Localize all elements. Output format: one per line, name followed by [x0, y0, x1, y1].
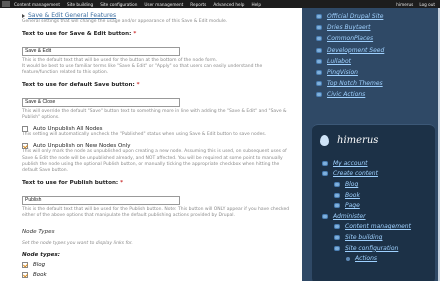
list-item[interactable]: CommonPlaces	[316, 33, 440, 44]
link-bullet-icon	[316, 25, 322, 31]
node-type-blog-row[interactable]: Blog	[22, 262, 294, 269]
toolbar-reports[interactable]: Reports	[190, 2, 206, 7]
link-bullet-icon	[316, 58, 322, 64]
toolbar-logout[interactable]: Log out	[419, 2, 435, 7]
menu-link[interactable]: Site configuration	[345, 245, 398, 252]
menu-item-actions[interactable]: Actions	[322, 253, 435, 264]
toolbar-user[interactable]: himerus	[396, 2, 413, 7]
node-types-label: Node types:	[22, 252, 60, 259]
link-bullet-icon	[316, 47, 322, 53]
menu-item-book[interactable]: Book	[322, 190, 435, 201]
sidebar-link[interactable]: Dries Buytaert	[327, 24, 371, 31]
node-type-blog-label[interactable]: Blog	[33, 262, 45, 268]
node-type-book-checkbox[interactable]	[22, 272, 28, 279]
node-type-book-label[interactable]: Book	[33, 272, 47, 278]
node-type-book-row[interactable]: Book	[22, 272, 294, 279]
links-list: Official Drupal Site Dries Buytaert Comm…	[302, 8, 440, 101]
fieldset-title[interactable]: Save & Edit General Features	[28, 12, 116, 19]
sidebar-link[interactable]: PingVision	[327, 69, 358, 76]
navigation-menu: My account Create content Blog Book Page…	[312, 146, 435, 264]
default-save-label: Text to use for default Save button: *	[22, 82, 140, 89]
admin-toolbar: Content management Site building Site co…	[0, 0, 440, 8]
auto-unpublish-all-checkbox[interactable]	[22, 126, 28, 133]
publish-description: This is the default text that will be us…	[22, 206, 290, 218]
menu-item-create-content[interactable]: Create content	[322, 169, 435, 180]
menu-bullet-icon	[334, 245, 340, 251]
link-bullet-icon	[316, 36, 322, 42]
auto-unpublish-new-description: This will only mark the node as unpublis…	[22, 149, 287, 174]
sidebar-link[interactable]: Top Notch Themes	[327, 80, 383, 87]
menu-link[interactable]: My account	[333, 160, 368, 167]
sidebar-link[interactable]: CommonPlaces	[327, 35, 373, 42]
save-edit-text-input[interactable]	[22, 46, 180, 56]
right-sidebar: Official Drupal Site Dries Buytaert Comm…	[302, 8, 440, 281]
fieldset-legend[interactable]: Save & Edit General Features	[22, 12, 294, 19]
menu-item-content-management[interactable]: Content management	[322, 222, 435, 233]
toolbar-advanced-help[interactable]: Advanced help	[213, 2, 244, 7]
menu-link[interactable]: Actions	[355, 255, 377, 262]
fieldset-description: General settings that will change the us…	[22, 19, 228, 24]
menu-item-site-configuration[interactable]: Site configuration	[322, 243, 435, 254]
block-header: himerus	[312, 125, 435, 146]
menu-bullet-icon	[322, 171, 328, 177]
toolbar-user-management[interactable]: User management	[144, 2, 183, 7]
menu-bullet-icon	[334, 192, 340, 198]
menu-link[interactable]: Content management	[345, 223, 411, 230]
publish-label: Text to use for Publish button: *	[22, 180, 124, 187]
main-content: Save & Edit General Features General set…	[0, 8, 302, 281]
menu-bullet-icon	[346, 256, 350, 261]
list-item[interactable]: Lullabot	[316, 56, 440, 67]
node-type-blog-checkbox[interactable]	[22, 262, 28, 269]
link-bullet-icon	[316, 92, 322, 98]
list-item[interactable]: PingVision	[316, 67, 440, 78]
sidebar-link[interactable]: Official Drupal Site	[327, 13, 383, 20]
default-save-description: This will override the default "Save" bu…	[22, 108, 287, 121]
menu-item-administer[interactable]: Administer	[322, 211, 435, 222]
menu-bullet-icon	[334, 203, 340, 209]
user-menu-block: himerus My account Create content Blog B…	[312, 124, 435, 281]
menu-bullet-icon	[334, 181, 340, 187]
menu-link[interactable]: Blog	[345, 181, 358, 188]
menu-link[interactable]: Create content	[333, 170, 378, 177]
toolbar-content-management[interactable]: Content management	[14, 2, 60, 7]
sidebar-link[interactable]: Lullabot	[327, 58, 351, 65]
list-item[interactable]: Civic Actions	[316, 89, 440, 100]
list-item[interactable]: Dries Buytaert	[316, 22, 440, 33]
menu-link[interactable]: Site building	[345, 234, 382, 241]
collapse-triangle-icon[interactable]	[22, 13, 25, 18]
auto-unpublish-all-description: This setting will automatically uncheck …	[22, 132, 267, 138]
menu-item-site-building[interactable]: Site building	[322, 232, 435, 243]
menu-bullet-icon	[322, 213, 328, 219]
node-types-title: Node Types	[22, 229, 55, 236]
toolbar-help[interactable]: Help	[251, 2, 261, 7]
menu-bullet-icon	[322, 160, 328, 166]
block-title: himerus	[337, 135, 379, 146]
drupal-drop-icon	[320, 135, 329, 146]
menu-bullet-icon	[334, 224, 340, 230]
save-edit-description-2: It would be best to use familiar terms l…	[22, 63, 263, 76]
default-save-text-input[interactable]	[22, 97, 180, 107]
menu-link[interactable]: Page	[345, 202, 360, 209]
menu-bullet-icon	[334, 234, 340, 240]
sidebar-link[interactable]: Development Seed	[327, 47, 384, 54]
list-item[interactable]: Top Notch Themes	[316, 78, 440, 89]
menu-item-page[interactable]: Page	[322, 200, 435, 211]
menu-link[interactable]: Book	[345, 192, 360, 199]
menu-item-blog[interactable]: Blog	[322, 179, 435, 190]
publish-text-input[interactable]	[22, 195, 180, 205]
link-bullet-icon	[316, 70, 322, 76]
home-icon[interactable]	[2, 1, 10, 7]
list-item[interactable]: Official Drupal Site	[316, 11, 440, 22]
list-item[interactable]: Development Seed	[316, 45, 440, 56]
menu-link[interactable]: Administer	[333, 213, 366, 220]
auto-unpublish-new-checkbox[interactable]	[22, 143, 28, 150]
link-bullet-icon	[316, 81, 322, 87]
toolbar-site-configuration[interactable]: Site configuration	[100, 2, 137, 7]
menu-item-my-account[interactable]: My account	[322, 158, 435, 169]
sidebar-link[interactable]: Civic Actions	[327, 91, 365, 98]
node-types-description: Set the node types you want to display l…	[22, 241, 133, 247]
save-edit-label: Text to use for Save & Edit button: *	[22, 31, 137, 38]
link-bullet-icon	[316, 14, 322, 20]
toolbar-site-building[interactable]: Site building	[67, 2, 93, 7]
